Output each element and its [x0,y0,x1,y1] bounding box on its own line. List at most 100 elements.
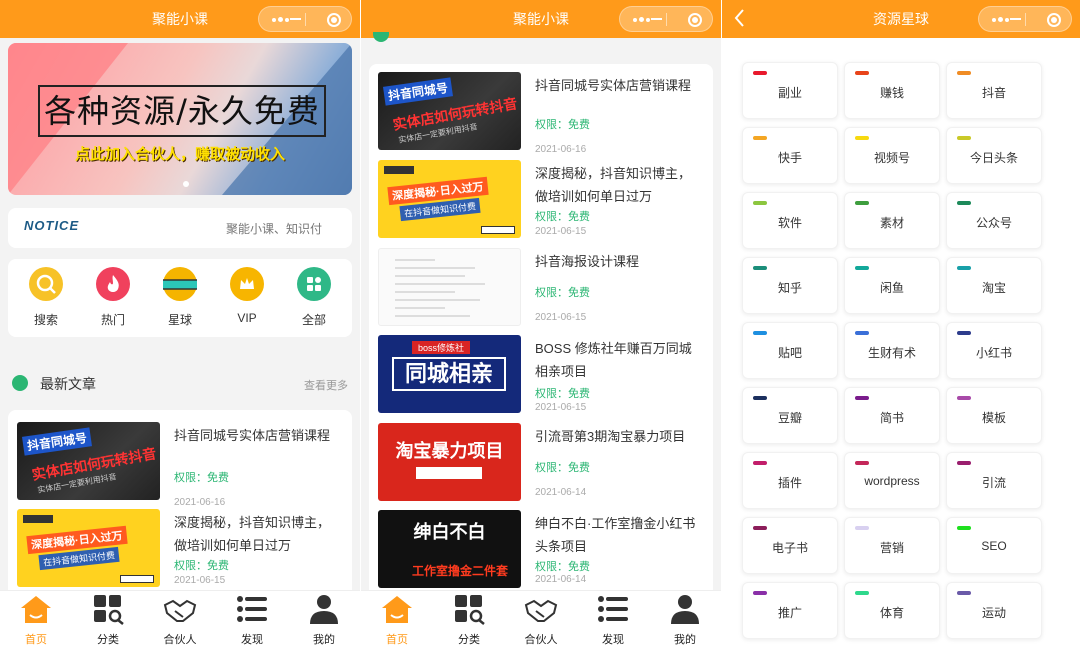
article-title: 引流哥第3期淘宝暴力项目 [535,429,686,444]
article-permission: 权限：免费 [535,561,590,573]
quick-icon-label: 全部 [301,313,326,327]
promo-banner[interactable]: 各种资源/永久免费 点此加入合伙人，赚取被动收入 [8,43,352,195]
tab-partner[interactable]: 合伙人 [505,593,577,647]
quick-search[interactable]: 搜索 [16,267,76,328]
tag-label: 赚钱 [879,86,904,100]
carousel-indicator[interactable] [183,181,189,187]
tab-label: 发现 [241,634,263,646]
article-item[interactable]: 深度揭秘·日入过万 在抖音做知识付费 深度揭秘，抖音知识博主，做培训如何单日过万… [8,509,352,597]
mini-program-capsule[interactable] [619,6,713,32]
article-title: BOSS 修炼社年赚百万同城相亲项目 [535,341,692,379]
article-item[interactable]: 抖音同城号 实体店如何玩转抖音 实体店一定要利用抖音 抖音同城号实体店营销课程 … [8,422,352,510]
mini-program-capsule[interactable] [978,6,1072,32]
grid-icon [297,267,331,301]
tag-tile[interactable]: 生财有术 [844,322,940,379]
minimize-icon[interactable] [1010,18,1021,20]
tag-tile[interactable]: 简书 [844,387,940,444]
more-icon[interactable] [272,17,289,24]
article-item[interactable]: 深度揭秘·日入过万 在抖音做知识付费 深度揭秘，抖音知识博主，做培训如何单日过万… [369,160,713,248]
tag-color-bar [753,591,767,595]
tag-tile[interactable]: 模板 [946,387,1042,444]
tag-tile[interactable]: 视频号 [844,127,940,184]
tab-discover[interactable]: 发现 [216,593,288,647]
article-thumbnail: boss修炼社 同城相亲 [378,335,521,413]
quick-all[interactable]: 全部 [284,267,344,328]
quick-icon-label: 搜索 [33,313,58,327]
notice-bar[interactable]: NOTICE 聚能小课、知识付 [8,208,352,248]
article-item[interactable]: 抖音海报设计课程 权限：免费 2021-06-15 [369,248,713,336]
article-item[interactable]: 绅白不白 工作室撸金二件套 绅白不白·工作室撸金小红书头条项目 权限：免费 20… [369,510,713,598]
tag-label: 贴吧 [777,346,802,360]
tag-tile[interactable]: 副业 [742,62,838,119]
tag-label: 今日头条 [969,151,1018,165]
minimize-icon[interactable] [651,18,662,20]
capsule-divider [1025,13,1026,26]
tag-color-bar [753,396,767,400]
tab-discover[interactable]: 发现 [577,593,649,647]
article-title: 绅白不白·工作室撸金小红书头条项目 [535,516,696,554]
article-item[interactable]: boss修炼社 同城相亲 BOSS 修炼社年赚百万同城相亲项目 权限：免费 20… [369,335,713,423]
quick-planet[interactable]: 星球 [150,267,210,328]
tab-bar: 首页 分类 合伙人 发现 我的 [361,590,721,651]
tab-category[interactable]: 分类 [433,593,505,647]
tag-tile[interactable]: 抖音 [946,62,1042,119]
more-icon[interactable] [992,17,1009,24]
tab-home[interactable]: 首页 [0,593,72,647]
tag-tile[interactable]: 营销 [844,517,940,574]
article-list-screen: 聚能小课 抖音同城号 实体店如何玩转抖音 实体店一定要利用抖音 抖音同城号实体店… [361,0,721,651]
banner-subline: 点此加入合伙人，赚取被动收入 [74,146,285,163]
view-more-link[interactable]: 查看更多 [304,377,348,393]
tag-tile[interactable]: 赚钱 [844,62,940,119]
minimize-icon[interactable] [290,18,301,20]
tab-partner[interactable]: 合伙人 [144,593,216,647]
mini-program-capsule[interactable] [258,6,352,32]
tab-bar: 首页 分类 合伙人 发现 我的 [0,590,360,651]
close-mini-program-icon[interactable] [327,13,341,27]
tag-tile[interactable]: 小红书 [946,322,1042,379]
tag-tile[interactable]: 公众号 [946,192,1042,249]
tag-color-bar [957,526,971,530]
close-mini-program-icon[interactable] [688,13,702,27]
quick-icon-label: 星球 [167,313,192,327]
tag-tile[interactable]: 电子书 [742,517,838,574]
tab-label: 发现 [602,634,624,646]
tag-tile[interactable]: 素材 [844,192,940,249]
notice-logo: NOTICE [24,218,80,233]
tag-tile[interactable]: wordpress [844,452,940,509]
article-item[interactable]: 抖音同城号 实体店如何玩转抖音 实体店一定要利用抖音 抖音同城号实体店营销课程 … [369,72,713,160]
tag-tile[interactable]: 淘宝 [946,257,1042,314]
list-icon [596,593,630,625]
tag-tile[interactable]: 插件 [742,452,838,509]
tag-tile[interactable]: 知乎 [742,257,838,314]
tab-mine[interactable]: 我的 [288,593,360,647]
quick-vip[interactable]: VIP [217,267,277,325]
tag-tile[interactable]: 推广 [742,582,838,639]
leaf-icon [12,375,28,391]
tab-label: 分类 [458,634,480,646]
tab-mine[interactable]: 我的 [649,593,721,647]
thumb-text: 淘宝暴力项目 [395,441,504,461]
tag-tile[interactable]: 软件 [742,192,838,249]
close-mini-program-icon[interactable] [1047,13,1061,27]
flame-icon [96,267,130,301]
tag-tile[interactable]: 今日头条 [946,127,1042,184]
article-item[interactable]: 淘宝暴力项目 引流哥第3期淘宝暴力项目 权限：免费 2021-06-14 [369,423,713,511]
tag-label: 视频号 [873,151,910,165]
more-icon[interactable] [633,17,650,24]
quick-hot[interactable]: 热门 [83,267,143,328]
tag-tile[interactable]: 快手 [742,127,838,184]
tag-tile[interactable]: 引流 [946,452,1042,509]
quick-icon-label: VIP [237,311,257,325]
tab-home[interactable]: 首页 [361,593,433,647]
tag-tile[interactable]: 豆瓣 [742,387,838,444]
tag-tile[interactable]: 运动 [946,582,1042,639]
thumb-decoration [395,315,470,317]
thumb-decoration [120,575,154,583]
tag-tile[interactable]: 贴吧 [742,322,838,379]
tag-tile[interactable]: 体育 [844,582,940,639]
tab-category[interactable]: 分类 [72,593,144,647]
tag-tile[interactable]: SEO [946,517,1042,574]
tag-tile[interactable]: 闲鱼 [844,257,940,314]
tag-label: 营销 [879,541,904,555]
tag-color-bar [957,331,971,335]
